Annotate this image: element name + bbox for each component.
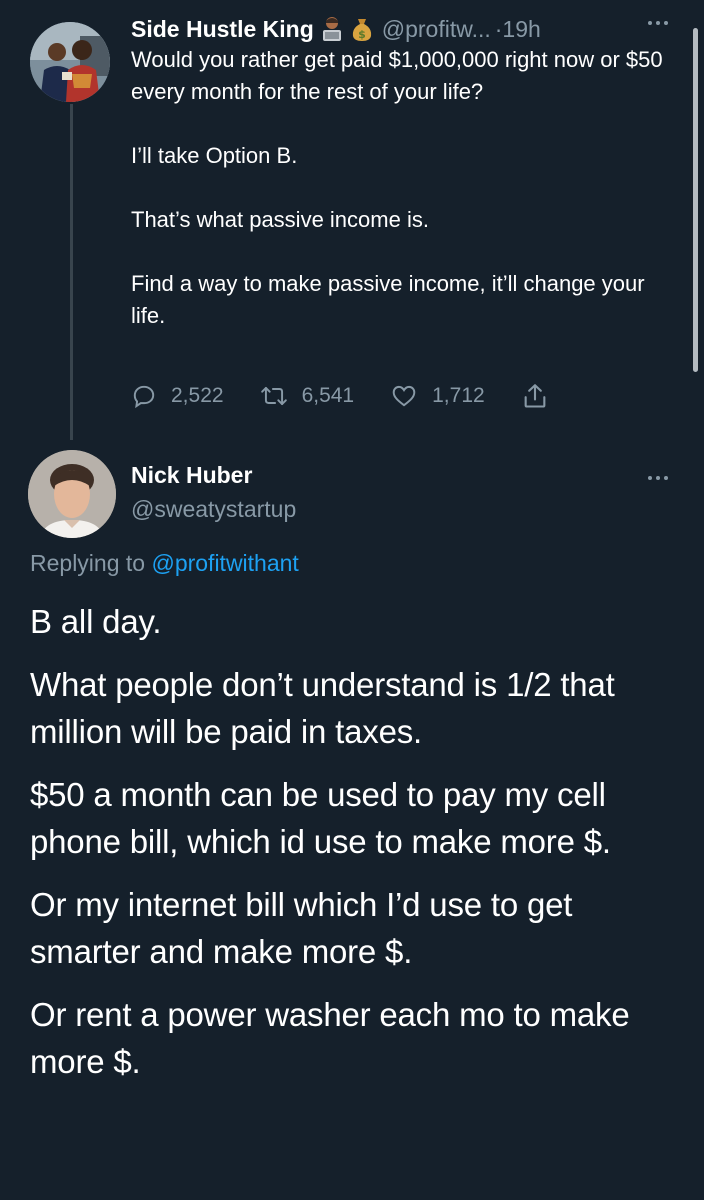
retweet-icon — [260, 386, 287, 406]
more-icon — [646, 15, 670, 31]
tweet2-paragraph: B all day. — [30, 603, 162, 640]
tweet2-handle[interactable]: @sweatystartup — [131, 496, 296, 523]
tweet1-paragraph: Find a way to make passive income, it’ll… — [131, 271, 645, 328]
avatar-nick-huber[interactable] — [28, 450, 116, 538]
tweet1-paragraph: Would you rather get paid $1,000,000 rig… — [131, 47, 663, 104]
share-button[interactable] — [521, 382, 563, 410]
tweet1-timestamp[interactable]: ·19h — [495, 16, 541, 43]
tweet1-display-name[interactable]: Side Hustle King — [131, 16, 314, 43]
like-button[interactable]: 1,712 — [390, 383, 485, 409]
tweet2-paragraph: Or rent a power washer each mo to make m… — [30, 996, 630, 1080]
tweet2-more-button[interactable] — [646, 470, 670, 486]
money-bag-emoji-icon: $ — [350, 16, 374, 42]
more-icon — [646, 470, 670, 486]
svg-text:$: $ — [358, 28, 366, 41]
scrollbar[interactable] — [693, 28, 698, 372]
tweet1-text: Would you rather get paid $1,000,000 rig… — [131, 44, 676, 332]
replying-to-label: Replying to — [30, 550, 146, 576]
tweet2-text: B all day. What people don’t understand … — [30, 598, 690, 1101]
tweet2-paragraph: What people don’t understand is 1/2 that… — [30, 666, 615, 750]
tweet2-paragraph: $50 a month can be used to pay my cell p… — [30, 776, 611, 860]
like-count: 1,712 — [432, 384, 485, 407]
tweet1-action-bar: 2,522 6,541 1,712 — [131, 378, 599, 414]
reply-icon — [133, 385, 155, 409]
reply-count: 2,522 — [171, 384, 224, 407]
tweet1-paragraph: That’s what passive income is. — [131, 207, 429, 232]
retweet-count: 6,541 — [301, 384, 355, 407]
thread-connector-line — [70, 104, 73, 440]
tweet1-handle[interactable]: @profitw... — [382, 16, 491, 43]
tweet1-more-button[interactable] — [646, 15, 670, 31]
tweet2-display-name[interactable]: Nick Huber — [131, 462, 252, 489]
tweet1-header: Side Hustle King $ @profitw... ·19h — [131, 12, 541, 46]
man-technologist-emoji-icon — [320, 16, 344, 42]
replying-to-mention-link[interactable]: @profitwithant — [151, 550, 298, 576]
replying-to-line: Replying to @profitwithant — [30, 550, 299, 577]
avatar-side-hustle-king[interactable] — [30, 22, 110, 102]
like-icon — [392, 385, 416, 407]
tweet1-paragraph: I’ll take Option B. — [131, 143, 298, 168]
reply-button[interactable]: 2,522 — [131, 383, 224, 409]
tweet2-paragraph: Or my internet bill which I’d use to get… — [30, 886, 573, 970]
retweet-button[interactable]: 6,541 — [260, 383, 355, 409]
share-icon — [524, 384, 546, 408]
